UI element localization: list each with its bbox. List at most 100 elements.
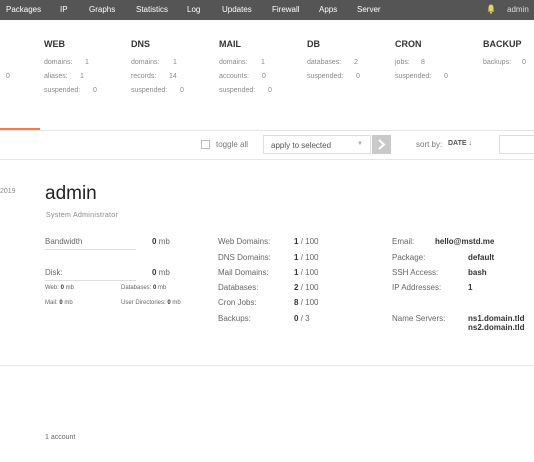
limit-used: 0 <box>294 314 299 323</box>
top-nav: Packages IP Graphs Statistics Log Update… <box>0 0 534 20</box>
bell-icon[interactable] <box>487 4 495 14</box>
disk-databases-label: Databases: <box>121 285 152 291</box>
stat-db-label-1: suspended: <box>307 73 344 80</box>
stat-db-label-0: databases: <box>307 59 342 66</box>
toggle-all-label[interactable]: toggle all <box>216 140 248 149</box>
toggle-all-checkbox[interactable] <box>201 140 210 149</box>
ssh-label: SSH Access: <box>392 268 439 277</box>
limit-label: DNS Domains: <box>218 253 271 262</box>
stat-backup-title: BACKUP <box>483 39 522 49</box>
stat-backup-label-0: backups: <box>483 59 512 66</box>
stat-web-title: WEB <box>44 39 65 49</box>
disk-usage: 0 mb <box>152 268 170 277</box>
package-value: default <box>468 253 495 262</box>
disk-unit: mb <box>158 268 170 277</box>
bandwidth-bar <box>45 249 136 250</box>
bandwidth-label: Bandwidth <box>45 237 83 246</box>
bulk-action-value: apply to selected <box>271 141 332 150</box>
limit-value: 1 / 100 <box>294 253 318 262</box>
disk-value: 0 <box>152 268 157 277</box>
stat-web-label-1: aliases: <box>44 73 68 80</box>
chevron-down-icon: ▼ <box>357 141 363 147</box>
stat-mail-title: MAIL <box>219 39 241 49</box>
limit-total: / 100 <box>300 298 319 307</box>
nav-graphs[interactable]: Graphs <box>89 5 115 14</box>
stat-web-label-0: domains: <box>44 59 73 66</box>
stat-mail-value-0: 1 <box>261 59 265 66</box>
limit-used: 1 <box>294 237 299 246</box>
stat-cron-label-1: suspended: <box>395 73 432 80</box>
stat-dns-value-2: 0 <box>180 87 184 94</box>
nav-statistics[interactable]: Statistics <box>136 5 168 14</box>
stat-web-value-2: 0 <box>93 87 97 94</box>
stat-cron-value-1: 0 <box>444 73 448 80</box>
limit-label: Mail Domains: <box>218 268 269 277</box>
chevron-right-icon <box>378 139 386 150</box>
stat-dns-label-1: records: <box>131 73 157 80</box>
bulk-action-select[interactable]: apply to selected ▼ <box>263 135 371 154</box>
limit-used: 2 <box>294 283 299 292</box>
limit-used: 1 <box>294 268 299 277</box>
ssh-value: bash <box>468 268 487 277</box>
bandwidth-unit: mb <box>158 237 170 246</box>
stat-cron-value-0: 8 <box>421 59 425 66</box>
stats-left-zero: 0 <box>6 73 10 80</box>
limit-value: 1 / 100 <box>294 237 318 246</box>
user-name[interactable]: admin <box>45 183 97 205</box>
ip-value: 1 <box>468 283 473 292</box>
stat-mail-value-2: 0 <box>268 87 272 94</box>
stat-dns-label-0: domains: <box>131 59 160 66</box>
user-full-name: System Administrator <box>46 212 119 219</box>
nav-apps[interactable]: Apps <box>319 5 337 14</box>
stat-dns-value-1: 14 <box>169 73 177 80</box>
limit-label: Backups: <box>218 314 251 323</box>
stat-backup-value-0: 0 <box>522 59 526 66</box>
nav-updates[interactable]: Updates <box>222 5 252 14</box>
user-menu[interactable]: admin <box>507 5 529 14</box>
nav-server[interactable]: Server <box>357 5 381 14</box>
name-server-2: ns2.domain.tld <box>468 323 525 332</box>
sort-by-label: sort by: <box>416 140 443 149</box>
disk-user-dirs: User Directories: 0 mb <box>121 300 181 306</box>
package-label: Package: <box>392 253 426 262</box>
header-divider <box>0 130 534 131</box>
disk-mail: Mail: 0 mb <box>45 300 73 306</box>
stat-cron-label-0: jobs: <box>395 59 410 66</box>
stat-cron-title: CRON <box>395 39 422 49</box>
disk-mail-unit: mb <box>64 300 73 306</box>
stat-dns-label-2: suspended: <box>131 87 168 94</box>
nav-packages[interactable]: Packages <box>6 5 41 14</box>
nav-firewall[interactable]: Firewall <box>272 5 300 14</box>
limit-value: 8 / 100 <box>294 298 318 307</box>
account-count: 1 account <box>45 434 76 441</box>
limit-value: 2 / 100 <box>294 283 318 292</box>
limit-value: 1 / 100 <box>294 268 318 277</box>
limit-label: Web Domains: <box>218 237 271 246</box>
stat-db-value-0: 2 <box>354 59 358 66</box>
name-servers-label: Name Servers: <box>392 314 446 323</box>
name-server-1: ns1.domain.tld <box>468 314 525 323</box>
limit-total: / 100 <box>300 268 319 277</box>
stat-dns-title: DNS <box>131 39 151 49</box>
disk-mail-value: 0 <box>59 300 63 306</box>
stat-web-value-1: 1 <box>80 73 84 80</box>
limit-total: / 100 <box>300 253 319 262</box>
disk-bar <box>45 280 136 281</box>
nav-ip[interactable]: IP <box>60 5 68 14</box>
disk-web: Web: 0 mb <box>45 285 74 291</box>
limit-total: / 100 <box>300 283 319 292</box>
email-label: Email: <box>392 237 415 246</box>
bandwidth-value: 0 <box>152 237 157 246</box>
limit-total: / 100 <box>300 237 319 246</box>
bandwidth-usage: 0 mb <box>152 237 170 246</box>
disk-web-value: 0 <box>60 285 64 291</box>
email-value: hello@mstd.me <box>435 237 495 246</box>
limit-used: 1 <box>294 253 299 262</box>
apply-button[interactable] <box>372 135 391 154</box>
limit-value: 0 / 3 <box>294 314 310 323</box>
disk-mail-label: Mail: <box>45 300 58 306</box>
search-input[interactable] <box>499 135 534 154</box>
disk-user-dirs-unit: mb <box>172 300 181 306</box>
sort-by-value[interactable]: DATE ↓ <box>448 140 472 147</box>
nav-log[interactable]: Log <box>187 5 200 14</box>
